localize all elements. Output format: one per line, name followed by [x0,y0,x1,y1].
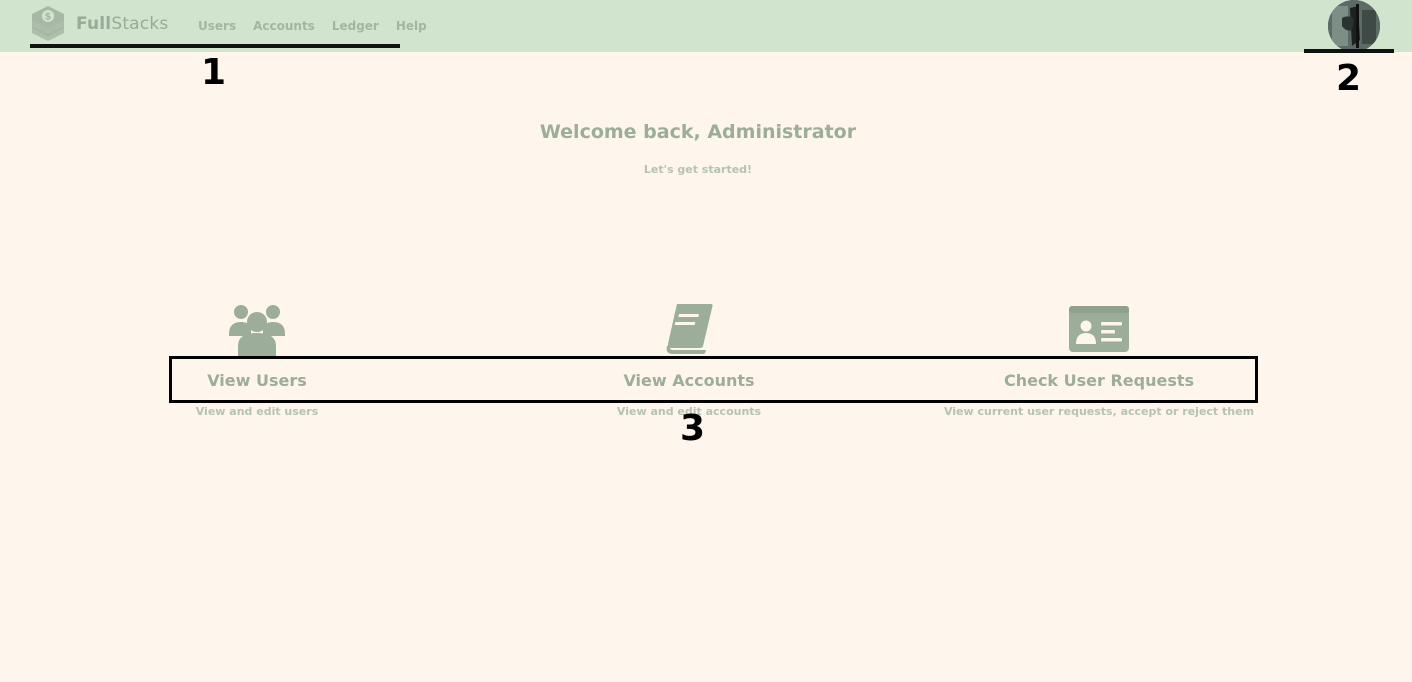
brand[interactable]: $ FullStacks [30,4,168,44]
money-stack-logo-icon: $ [32,6,64,41]
view-users-desc: View and edit users [195,405,319,418]
view-accounts-title[interactable]: View Accounts [589,371,789,390]
nav-link-help[interactable]: Help [396,19,427,33]
avatar-photo-icon [1328,0,1380,52]
main-nav: Users Accounts Ledger Help [198,19,444,33]
annotation-marker-1: 1 [201,52,227,93]
welcome-subtitle: Let's get started! [643,163,753,176]
nav-link-accounts[interactable]: Accounts [253,19,315,33]
check-user-requests-desc: View current user requests, accept or re… [943,405,1255,418]
feature-check-user-requests[interactable]: Check User Requests View current user re… [939,300,1259,418]
svg-text:$: $ [45,12,52,23]
nav-link-ledger[interactable]: Ledger [332,19,379,33]
brand-name: FullStacks [76,14,169,34]
annotation-underline-nav [30,44,400,48]
view-users-title[interactable]: View Users [157,371,357,390]
annotation-marker-3: 3 [680,408,706,449]
user-avatar[interactable] [1328,0,1380,52]
check-user-requests-title[interactable]: Check User Requests [939,371,1259,390]
annotation-marker-2: 2 [1336,58,1362,99]
welcome-title: Welcome back, Administrator [539,121,857,143]
users-icon [229,305,285,356]
nav-link-users[interactable]: Users [198,19,236,33]
book-icon [666,304,713,354]
annotation-underline-avatar [1304,49,1394,53]
id-card-icon [1069,306,1129,352]
page: $ FullStacks Users Accounts Ledger Help … [0,0,1412,682]
feature-view-users[interactable]: View Users View and edit users [157,300,357,418]
feature-view-accounts[interactable]: View Accounts View and edit accounts [589,300,789,418]
